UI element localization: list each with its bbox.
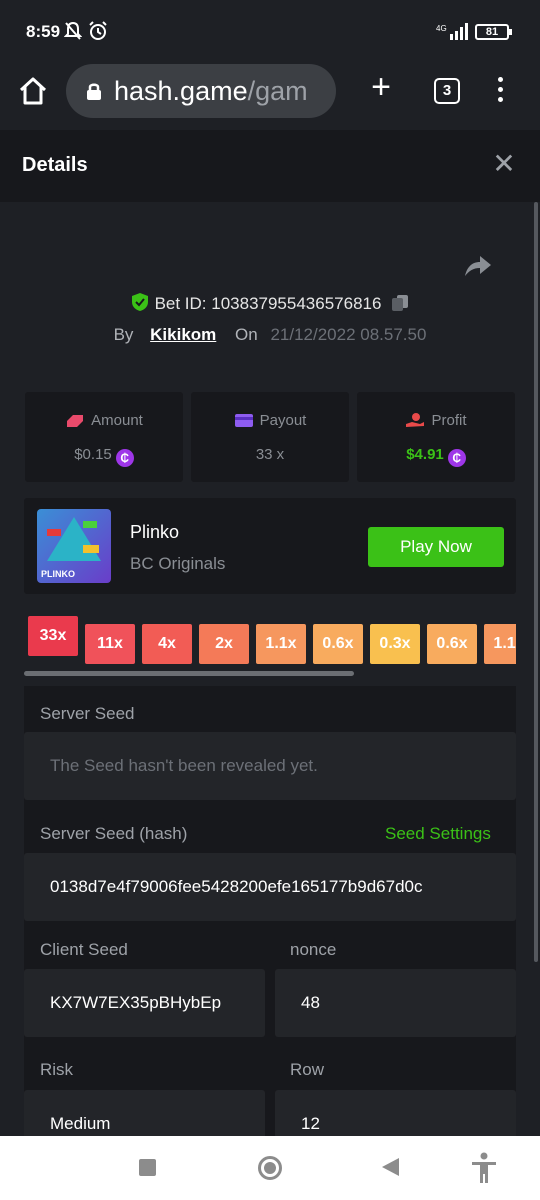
profit-label: Profit [357,412,515,429]
home-circle-icon[interactable] [258,1156,282,1180]
signal-icon: 4G [436,23,468,40]
status-bar: 8:59 4G 81 [0,0,540,62]
multiplier-chip: 4x [142,624,192,664]
username-link[interactable]: Kikikom [150,325,216,344]
game-subtitle: BC Originals [130,554,226,573]
tab-switcher-button[interactable]: 3 [434,78,460,104]
profit-hand-icon [406,413,425,427]
game-title: Plinko [130,522,180,542]
seed-settings-link[interactable]: Seed Settings [385,824,491,844]
payout-value: 33 x [255,446,285,463]
client-seed-field[interactable]: KX7W7EX35pBHybEp [24,969,265,1037]
more-menu-icon[interactable] [490,74,510,106]
address-bar[interactable]: hash.game/gam [66,64,336,118]
nonce-label: nonce [290,940,337,959]
multiplier-chip: 33x [28,616,78,656]
network-type: 4G [436,24,447,33]
multiplier-chip: 0.6x [427,624,477,664]
multiplier-chip: 0.6x [313,624,363,664]
payout-card: Payout 33 x [191,392,349,482]
coin-icon: ₵ [115,449,134,467]
bet-date: 21/12/2022 08.57.50 [270,325,427,344]
risk-label: Risk [40,1060,74,1079]
accessibility-icon[interactable] [470,1152,498,1184]
lock-icon [87,83,101,100]
coin-icon: ₵ [447,449,466,467]
game-card: PLINKO Plinko BC Originals Play Now [24,498,516,594]
back-icon[interactable] [382,1158,399,1176]
client-seed-label: Client Seed [40,940,128,959]
page-title: Details [22,154,88,176]
amount-card: Amount $0.15 ₵ [25,392,183,482]
multiplier-chip: 1.1x [484,624,516,664]
on-label: On [235,325,258,344]
horizontal-scrollbar[interactable] [24,671,354,676]
share-icon[interactable] [464,254,492,278]
browser-toolbar: hash.game/gam + 3 [0,62,540,130]
multiplier-chip: 2x [199,624,249,664]
thumbnail-brand: PLINKO [41,569,76,579]
url-path: /gam [247,76,308,106]
recents-icon[interactable] [139,1159,156,1176]
url-text: hash.game/gam [114,76,308,107]
wallet-icon [234,414,253,427]
plinko-thumbnail[interactable]: PLINKO [37,509,111,583]
profit-card: Profit $4.91 ₵ [357,392,515,482]
multiplier-chip: 0.3x [370,624,420,664]
system-nav-bar [0,1136,540,1200]
nonce-field[interactable]: 48 [275,969,516,1037]
details-content[interactable]: Bet ID: 103837955436576816 By Kikikom On… [0,202,540,1136]
status-time: 8:59 [26,22,61,41]
server-seed-hash-field[interactable]: 0138d7e4f79006fee5428200efe165177b9d67d0… [24,853,516,921]
mute-icon [63,21,83,46]
battery-icon: 81 [475,24,512,40]
amount-value: $0.15 ₵ [25,446,183,467]
multiplier-chip: 11x [85,624,135,664]
by-label: By [113,325,134,344]
row-field[interactable]: 12 [275,1090,516,1136]
home-icon[interactable] [16,74,50,108]
bet-id-row: Bet ID: 103837955436576816 [0,292,540,314]
row-label: Row [290,1060,325,1079]
copy-icon[interactable] [391,294,409,312]
server-seed-label: Server Seed [40,704,135,723]
multiplier-row: 33x11x4x2x1.1x0.6x0.3x0.6x1.1x [28,616,516,668]
risk-field[interactable]: Medium [24,1090,265,1136]
server-seed-hash-label: Server Seed (hash) [40,824,188,843]
multiplier-chip: 1.1x [256,624,306,664]
payout-label: Payout [191,412,349,429]
profit-value: $4.91 ₵ [357,446,515,467]
url-host: hash.game [114,76,248,106]
amount-icon [67,415,84,427]
amount-label: Amount [25,412,183,429]
new-tab-plus-icon[interactable]: + [366,70,396,106]
alarm-icon [88,21,108,46]
bet-meta-row: By Kikikom On 21/12/2022 08.57.50 [0,325,540,345]
close-icon[interactable]: ✕ [492,150,516,178]
scrollbar[interactable] [534,202,538,962]
details-header: Details ✕ [0,130,540,202]
verified-shield-icon [131,293,148,311]
server-seed-field: The Seed hasn't been revealed yet. [24,732,516,800]
play-now-button[interactable]: Play Now [368,527,504,567]
bet-id: Bet ID: 103837955436576816 [154,294,382,313]
